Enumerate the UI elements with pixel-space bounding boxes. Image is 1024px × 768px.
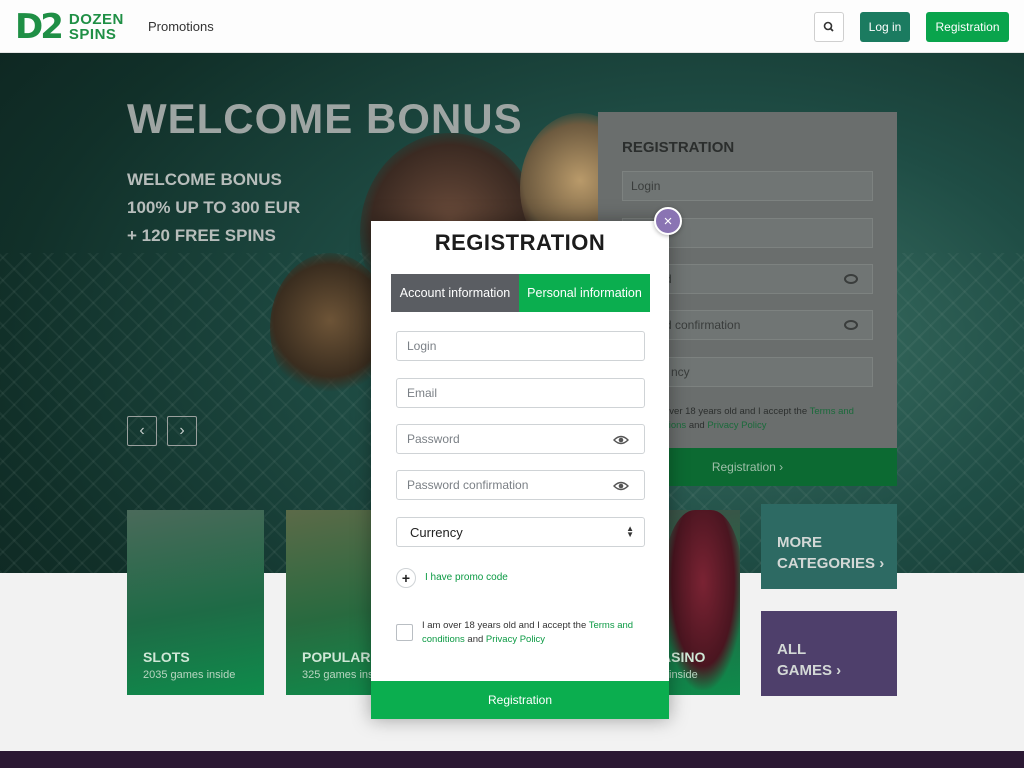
- email-placeholder: Email: [407, 386, 438, 400]
- nav-promotions-link[interactable]: Promotions: [148, 19, 214, 34]
- agree-text: I am over 18 years old and I accept the …: [422, 619, 652, 647]
- logo-line-2: SPINS: [68, 26, 117, 43]
- logo-line-1: DOZEN: [68, 11, 124, 28]
- age-terms-checkbox[interactable]: [396, 624, 413, 641]
- select-arrows-icon: ▲ ▼: [626, 524, 634, 539]
- agree-prefix: I am over 18 years old and I accept the: [422, 620, 589, 631]
- login-input[interactable]: Login: [396, 331, 645, 361]
- login-placeholder: Login: [407, 339, 437, 353]
- password-input[interactable]: Password: [396, 424, 645, 454]
- currency-select[interactable]: Currency ▲ ▼: [396, 517, 645, 547]
- logo-mark: D2: [15, 7, 64, 47]
- eye-icon[interactable]: [613, 435, 629, 445]
- password-confirmation-placeholder: Password confirmation: [407, 478, 529, 492]
- header-registration-button[interactable]: Registration: [926, 12, 1009, 42]
- privacy-policy-link[interactable]: Privacy Policy: [486, 634, 545, 645]
- eye-icon[interactable]: [613, 481, 629, 491]
- close-icon[interactable]: ×: [654, 207, 682, 235]
- password-placeholder: Password: [407, 432, 460, 446]
- registration-modal: REGISTRATION Account information Persona…: [371, 221, 669, 719]
- password-confirmation-input[interactable]: Password confirmation: [396, 470, 645, 500]
- email-input[interactable]: Email: [396, 378, 645, 408]
- promo-plus-button[interactable]: +: [396, 568, 416, 588]
- tab-personal-information[interactable]: Personal information: [519, 274, 650, 312]
- currency-value: Currency: [410, 524, 463, 540]
- tab-account-information[interactable]: Account information: [391, 274, 519, 312]
- search-icon: [823, 21, 834, 32]
- registration-tabs: Account information Personal information: [391, 274, 650, 312]
- agree-and: and: [464, 634, 486, 645]
- logo[interactable]: D2 DOZEN SPINS: [15, 9, 124, 45]
- modal-title: REGISTRATION: [434, 230, 606, 255]
- logo-text: DOZEN SPINS: [69, 12, 124, 42]
- search-button[interactable]: [814, 12, 844, 42]
- site-header: D2 DOZEN SPINS Promotions Log in Registr…: [0, 0, 1024, 53]
- registration-submit-button[interactable]: Registration: [371, 681, 669, 719]
- promo-code-link[interactable]: I have promo code: [425, 572, 508, 583]
- login-button[interactable]: Log in: [860, 12, 910, 42]
